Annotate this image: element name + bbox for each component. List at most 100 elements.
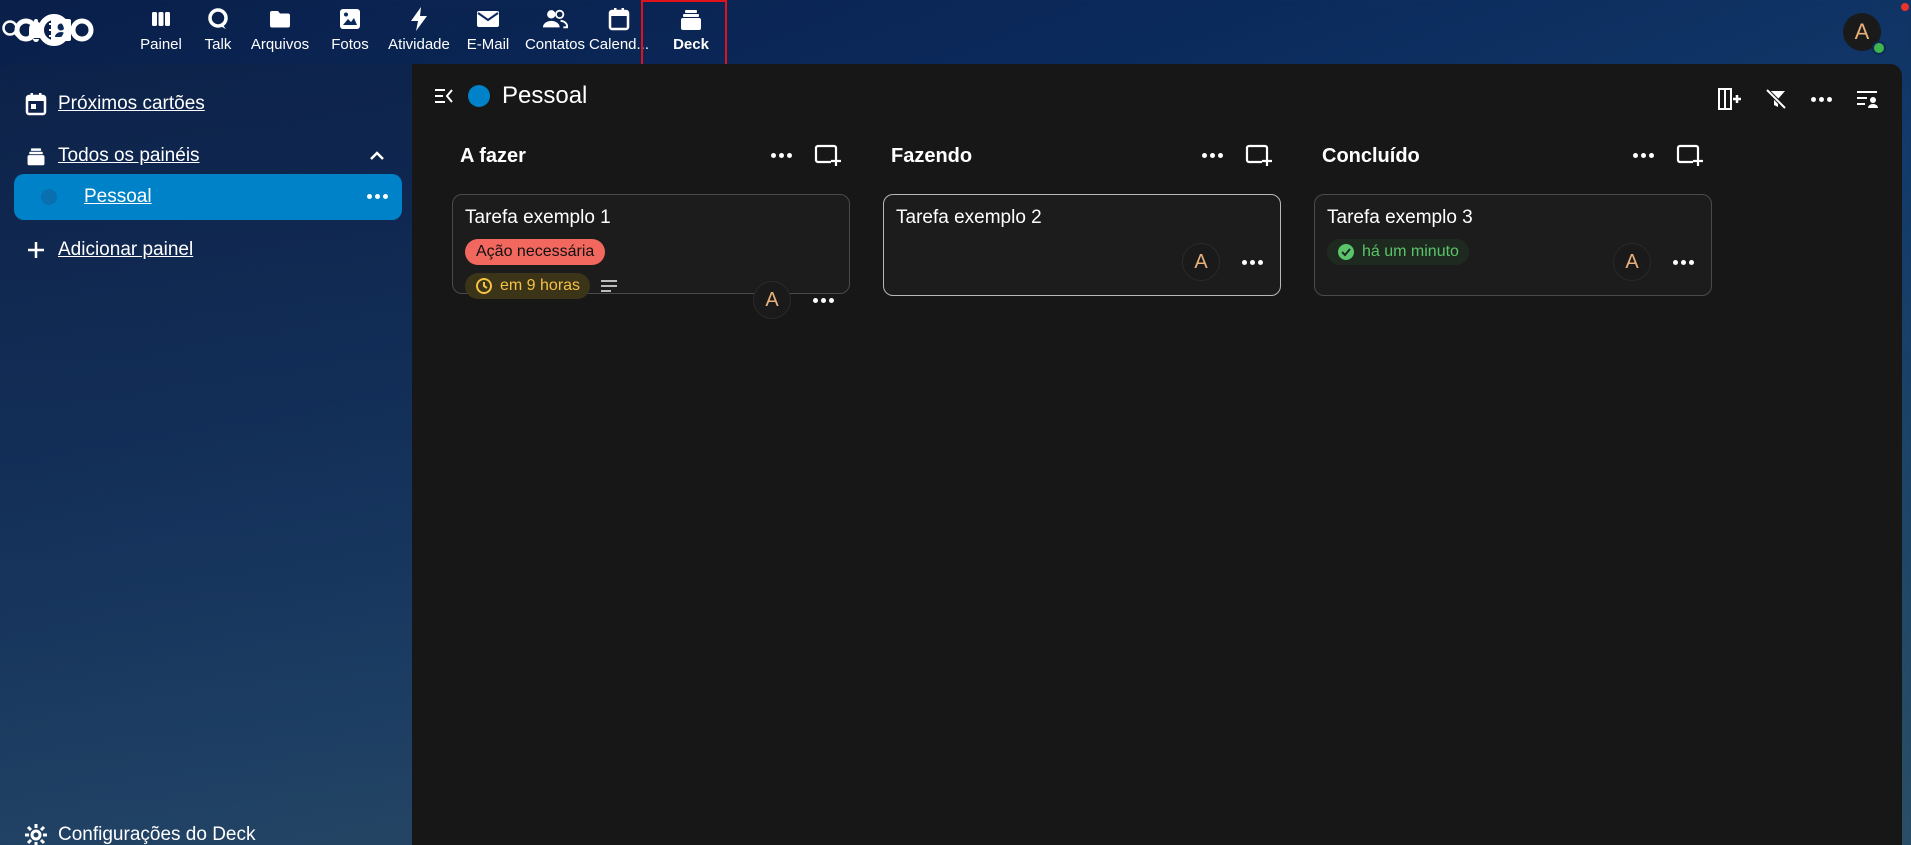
card-title: Tarefa exemplo 1 xyxy=(465,207,611,228)
calendar-icon xyxy=(606,6,632,32)
stack-a-fazer: A fazer Tarefa exemplo 1 Ação necessária… xyxy=(452,134,850,319)
avatar-initial: A xyxy=(765,288,779,311)
add-card-icon[interactable] xyxy=(814,142,842,168)
board-header: Pessoal xyxy=(432,82,587,110)
stack-actions xyxy=(1202,142,1273,168)
done-badge: há um minuto xyxy=(1327,239,1469,265)
photos-icon xyxy=(337,6,363,32)
more-actions-icon xyxy=(1810,96,1832,102)
avatar-initial: A xyxy=(1854,19,1870,44)
stack-fazendo: Fazendo Tarefa exemplo 2 A xyxy=(883,134,1281,296)
sidebar-item-label: Pessoal xyxy=(84,186,152,207)
description-icon xyxy=(601,280,618,292)
board-details-button[interactable] xyxy=(1852,84,1882,114)
stack-more-icon[interactable] xyxy=(1633,152,1654,158)
add-card-icon[interactable] xyxy=(1676,142,1704,168)
stack-more-icon[interactable] xyxy=(771,152,792,158)
app-navigation: Próximos cartões Todos os painéis Pessoa… xyxy=(0,64,412,845)
avatar-initial: A xyxy=(1194,250,1208,273)
sidebar-item-label: Próximos cartões xyxy=(58,93,205,114)
app-menu: Painel Talk Arquivos Fotos Atividade E-M… xyxy=(130,0,732,82)
avatar-initial: A xyxy=(1625,250,1639,273)
app-label: Contatos xyxy=(524,36,586,53)
card-title: Tarefa exemplo 2 xyxy=(896,207,1042,228)
app-contatos[interactable]: Contatos xyxy=(522,0,588,64)
assignee-avatar[interactable]: A xyxy=(1182,243,1220,281)
sidebar-item-upcoming-cards[interactable]: Próximos cartões xyxy=(14,80,402,128)
sidebar-item-label: Todos os painéis xyxy=(58,145,200,166)
app-atividade[interactable]: Atividade xyxy=(384,0,454,64)
filter-button[interactable] xyxy=(1761,84,1791,114)
app-label: Painel xyxy=(140,36,182,53)
sidebar-item-add-board[interactable]: Adicionar painel xyxy=(14,226,402,274)
stack-header: Concluído xyxy=(1314,134,1712,178)
clock-icon xyxy=(476,278,492,294)
stack-actions xyxy=(771,142,842,168)
app-deck[interactable]: Deck xyxy=(641,0,732,82)
folder-icon xyxy=(267,6,293,32)
online-status-dot xyxy=(1872,41,1886,55)
board-color-dot xyxy=(468,85,490,107)
add-card-icon[interactable] xyxy=(1245,142,1273,168)
app-label: Talk xyxy=(204,36,232,53)
due-date-text: em 9 horas xyxy=(500,277,581,294)
board-main: Pessoal A fazer Tarefa exemplo 1 Ação ne… xyxy=(412,64,1902,845)
talk-icon xyxy=(205,6,231,32)
done-text: há um minuto xyxy=(1362,243,1459,260)
app-label: Arquivos xyxy=(250,36,310,53)
card-menu-icon[interactable] xyxy=(1673,260,1694,265)
board-actions-button[interactable] xyxy=(1806,84,1836,114)
app-email[interactable]: E-Mail xyxy=(454,0,522,64)
app-talk[interactable]: Talk xyxy=(192,0,244,64)
app-arquivos[interactable]: Arquivos xyxy=(244,0,316,64)
mail-icon xyxy=(475,6,501,32)
app-painel[interactable]: Painel xyxy=(130,0,192,64)
card[interactable]: Tarefa exemplo 1 Ação necessária em 9 ho… xyxy=(452,194,850,319)
card[interactable]: Tarefa exemplo 2 A xyxy=(883,194,1281,296)
stack-title[interactable]: Fazendo xyxy=(883,145,972,168)
stack-title[interactable]: Concluído xyxy=(1314,145,1420,168)
plus-icon xyxy=(14,239,58,261)
sidebar-item-board-pessoal[interactable]: Pessoal xyxy=(14,174,402,220)
contacts-icon xyxy=(542,6,568,32)
stack-title[interactable]: A fazer xyxy=(452,145,526,168)
sidebar-item-all-boards[interactable]: Todos os painéis xyxy=(14,132,402,180)
card[interactable]: Tarefa exemplo 3 há um minuto A xyxy=(1314,194,1712,296)
calendar-today-icon xyxy=(14,92,58,116)
toggle-sidebar-icon[interactable] xyxy=(432,84,456,108)
deck-settings-button[interactable]: Configurações do Deck xyxy=(24,823,256,845)
top-bar: Painel Talk Arquivos Fotos Atividade E-M… xyxy=(0,0,1911,82)
card-menu-icon[interactable] xyxy=(1242,260,1263,265)
filter-off-icon xyxy=(1765,88,1787,110)
stack-header: Fazendo xyxy=(883,134,1281,178)
activity-icon xyxy=(406,6,432,32)
details-icon xyxy=(1857,91,1878,108)
deck-icon xyxy=(14,145,58,167)
app-label: Fotos xyxy=(331,36,369,53)
board-color-dot xyxy=(14,188,84,206)
chevron-up-icon[interactable] xyxy=(366,145,388,167)
stack-header: A fazer xyxy=(452,134,850,178)
board-title: Pessoal xyxy=(502,82,588,109)
gear-icon xyxy=(25,824,47,845)
app-fotos[interactable]: Fotos xyxy=(316,0,384,64)
due-date-badge: em 9 horas xyxy=(465,273,591,299)
add-column-icon xyxy=(1718,88,1741,110)
stack-concluido: Concluído Tarefa exemplo 3 há um minuto … xyxy=(1314,134,1712,296)
app-label: E-Mail xyxy=(466,36,510,53)
add-list-button[interactable] xyxy=(1715,84,1745,114)
app-label: Calend... xyxy=(588,36,650,53)
dashboard-icon xyxy=(148,6,174,32)
sidebar-item-label: Adicionar painel xyxy=(58,239,194,260)
nextcloud-logo[interactable] xyxy=(12,12,96,48)
settings-label: Configurações do Deck xyxy=(58,824,256,845)
assignee-avatar[interactable]: A xyxy=(753,281,791,319)
stack-more-icon[interactable] xyxy=(1202,152,1223,158)
more-actions-icon[interactable] xyxy=(367,194,388,199)
check-circle-icon xyxy=(1338,244,1354,260)
label-badge: Ação necessária xyxy=(465,239,606,265)
assignee-avatar[interactable]: A xyxy=(1613,243,1651,281)
card-menu-icon[interactable] xyxy=(813,298,834,303)
notification-dot xyxy=(1901,3,1909,11)
card-title: Tarefa exemplo 3 xyxy=(1327,207,1473,228)
